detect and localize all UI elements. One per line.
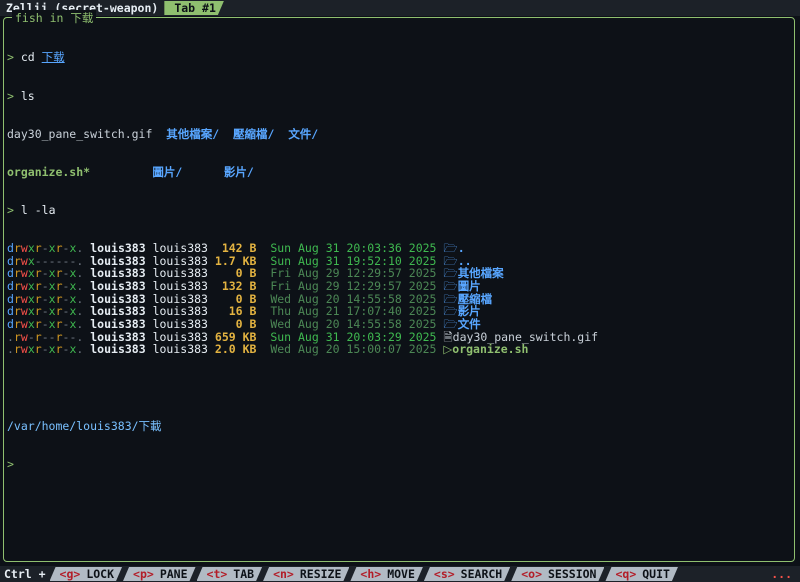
key-shortcut: <q> [615,567,637,581]
command-line: > cd 下载 [7,51,598,64]
permissions: .rwxr-xr-x. [7,342,84,357]
command-line: > ls [7,88,598,103]
ls-entry: day30_pane_switch.gif [7,126,167,141]
command-text: ls [20,88,35,103]
key-label: SEARCH [460,567,503,581]
file-size: 2.0 KB [214,342,257,357]
ls-entry: organize.sh* [7,164,153,179]
ls-entry: 影片/ [223,164,254,179]
key-shortcut: <s> [433,567,455,581]
prompt-symbol: > [7,202,14,217]
modified-date: Wed Aug 20 14:55:58 2025 [270,317,437,331]
key-hint-resize[interactable]: <n> RESIZE [263,567,349,581]
path-link[interactable]: 下载 [42,50,65,64]
key-hint-lock[interactable]: <g> LOCK [50,567,122,581]
key-hint-session[interactable]: <o> SESSION [511,567,604,581]
ls-entry: 圖片/ [152,164,224,179]
overflow-indicator: ... [771,567,792,581]
ctrl-modifier-label: Ctrl + [4,567,46,581]
key-label: LOCK [86,567,115,581]
zellij-tab-bar: Zellij (secret-weapon) Tab #1 [0,0,800,16]
ls-entry: 其他檔案/ [166,126,234,141]
input-line[interactable]: > [7,456,598,471]
zellij-status-bar: Ctrl + <g> LOCK <p> PANE <t> TAB <n> RESIZE <h> M… [0,566,800,582]
key-shortcut: <p> [133,567,154,581]
key-shortcut: <g> [59,567,81,581]
key-hint-move[interactable]: <h> MOVE [350,567,422,581]
prompt-symbol: > [7,88,14,103]
key-shortcut: <n> [273,567,294,581]
ls-output-row: organize.sh* 圖片/ 影片/ [7,164,598,179]
command-text: cd [20,50,35,65]
key-shortcut: <h> [360,567,382,581]
prompt-symbol: > [7,456,14,471]
modified-date: Wed Aug 20 15:00:07 2025 [270,342,437,357]
key-hint-search[interactable]: <s> SEARCH [424,567,510,581]
key-label: SESSION [548,567,597,581]
key-label: RESIZE [299,567,342,581]
listing-row: .rwxr-xr-x. louis383 louis383 2.0 KB Wed… [7,343,598,356]
key-shortcut: <o> [521,567,542,581]
current-directory: /var/home/louis383/下載 [7,418,162,433]
modified-date: Fri Aug 29 12:29:57 2025 [270,278,437,293]
cwd-line: /var/home/louis383/下載 [7,418,598,433]
key-hint-tab[interactable]: <t> TAB [197,567,263,581]
key-label: QUIT [642,567,670,581]
tab-1[interactable]: Tab #1 [164,1,224,15]
keybinding-hints: <g> LOCK <p> PANE <t> TAB <n> RESIZE <h> MOVE <s> S… [50,567,679,581]
script-icon: ▷ [443,342,453,357]
ls-output-row: day30_pane_switch.gif 其他檔案/ 壓縮檔/ 文件/ [7,126,598,141]
group: louis383 [152,342,208,357]
owner: louis383 [90,342,146,357]
ls-entry: 壓縮檔/ [233,126,289,141]
key-label: TAB [233,567,255,581]
long-listing: drwxr-xr-x. louis383 louis383 142 B Sun … [7,242,598,356]
pane-title: fish in 下载 [12,10,97,26]
file-name: organize.sh [452,342,529,357]
prompt-symbol: > [7,50,14,65]
key-label: PANE [159,567,188,581]
command-text: l -la [20,202,56,217]
ls-entry: 文件/ [288,126,319,141]
key-hint-pane[interactable]: <p> PANE [123,567,195,581]
key-label: MOVE [387,567,415,581]
command-line: > l -la [7,202,598,217]
key-shortcut: <t> [206,567,228,581]
key-hint-quit[interactable]: <q> QUIT [605,567,677,581]
terminal-output: > cd 下载 > ls day30_pane_switch.gif 其他檔案/… [7,26,598,483]
